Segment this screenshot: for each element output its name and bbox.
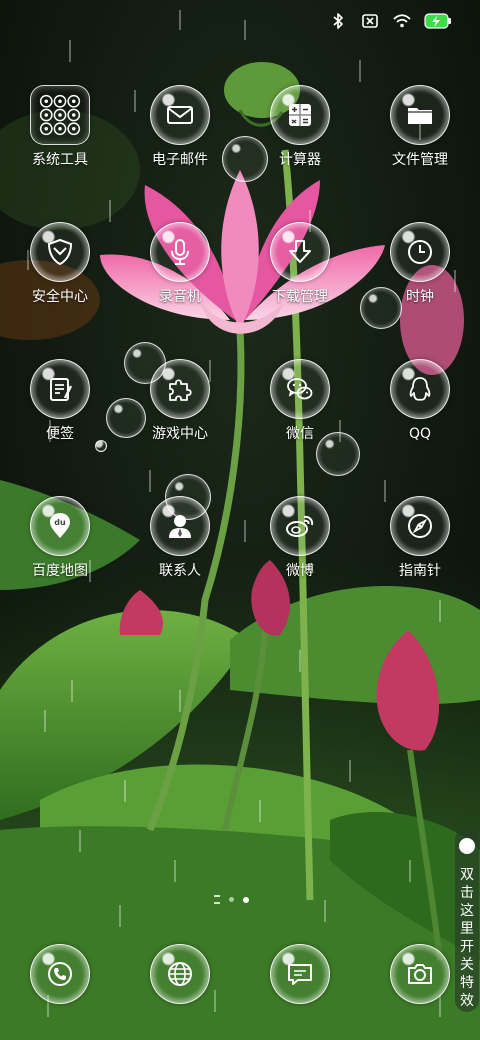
app-label: 电子邮件: [152, 152, 208, 168]
app-file-manager[interactable]: 文件管理: [360, 85, 480, 222]
shield-icon[interactable]: [30, 222, 90, 282]
app-label: 时钟: [406, 289, 434, 305]
download-icon[interactable]: [270, 222, 330, 282]
app-row: 便签 游戏中心 微信 QQ: [0, 359, 480, 496]
app-game-center[interactable]: 游戏中心: [120, 359, 240, 496]
dock-messages[interactable]: [240, 944, 360, 1004]
tools-folder-icon[interactable]: [30, 85, 90, 145]
app-label: 微信: [286, 426, 314, 442]
dock: [0, 944, 480, 1004]
page-menu-icon: [214, 895, 220, 904]
app-label: 便签: [46, 426, 74, 442]
notepad-icon[interactable]: [30, 359, 90, 419]
dock-browser[interactable]: [120, 944, 240, 1004]
wechat-icon[interactable]: [270, 359, 330, 419]
page-dot-active[interactable]: [243, 896, 249, 903]
app-system-tools[interactable]: 系统工具: [0, 85, 120, 222]
app-baidu-map[interactable]: du 百度地图: [0, 496, 120, 633]
app-label: 系统工具: [32, 152, 88, 168]
compass-icon[interactable]: [390, 496, 450, 556]
phone-icon[interactable]: [30, 944, 90, 1004]
app-security-center[interactable]: 安全中心: [0, 222, 120, 359]
battery-charging-icon: [424, 13, 451, 29]
app-label: QQ: [408, 426, 432, 442]
qq-penguin-icon[interactable]: [390, 359, 450, 419]
app-label: 指南针: [399, 563, 441, 579]
dock-phone[interactable]: [0, 944, 120, 1004]
app-label: 游戏中心: [152, 426, 208, 442]
app-download-manager[interactable]: 下载管理: [240, 222, 360, 359]
calculator-icon[interactable]: [270, 85, 330, 145]
app-contacts[interactable]: 联系人: [120, 496, 240, 633]
microphone-icon[interactable]: [150, 222, 210, 282]
page-indicator[interactable]: [214, 895, 249, 904]
weibo-icon[interactable]: [270, 496, 330, 556]
app-label: 文件管理: [392, 152, 448, 168]
app-email[interactable]: 电子邮件: [120, 85, 240, 222]
app-label: 百度地图: [32, 563, 88, 579]
app-label: 安全中心: [32, 289, 88, 305]
svg-text:du: du: [54, 518, 66, 527]
mail-icon[interactable]: [150, 85, 210, 145]
app-weibo[interactable]: 微博: [240, 496, 360, 633]
camera-icon[interactable]: [390, 944, 450, 1004]
app-compass[interactable]: 指南针: [360, 496, 480, 633]
app-label: 微博: [286, 563, 314, 579]
app-wechat[interactable]: 微信: [240, 359, 360, 496]
app-label: 联系人: [159, 563, 201, 579]
app-notes[interactable]: 便签: [0, 359, 120, 496]
app-grid: 系统工具 电子邮件 计算器 文件管理 安全中心 录音机 下载管理 时钟 便签 游…: [0, 85, 480, 633]
bluetooth-icon: [333, 13, 343, 29]
toggle-knob[interactable]: [459, 838, 475, 854]
page-dot[interactable]: [229, 897, 234, 902]
browser-globe-icon[interactable]: [150, 944, 210, 1004]
message-icon[interactable]: [270, 944, 330, 1004]
app-calculator[interactable]: 计算器: [240, 85, 360, 222]
app-label: 录音机: [159, 289, 201, 305]
clock-icon[interactable]: [390, 222, 450, 282]
sim-none-icon: [362, 14, 378, 28]
contact-person-icon[interactable]: [150, 496, 210, 556]
app-row: du 百度地图 联系人 微博 指南针: [0, 496, 480, 633]
app-row: 安全中心 录音机 下载管理 时钟: [0, 222, 480, 359]
app-qq[interactable]: QQ: [360, 359, 480, 496]
wifi-icon: [393, 14, 411, 28]
effect-toggle-label: 双击这里开关特效: [460, 867, 474, 1009]
effect-toggle[interactable]: 双击这里开关特效: [455, 828, 479, 1012]
app-recorder[interactable]: 录音机: [120, 222, 240, 359]
folder-icon[interactable]: [390, 85, 450, 145]
app-label: 下载管理: [272, 289, 328, 305]
map-pin-icon[interactable]: du: [30, 496, 90, 556]
status-bar: [328, 8, 452, 34]
app-clock[interactable]: 时钟: [360, 222, 480, 359]
app-label: 计算器: [279, 152, 321, 168]
app-row: 系统工具 电子邮件 计算器 文件管理: [0, 85, 480, 222]
puzzle-icon[interactable]: [150, 359, 210, 419]
